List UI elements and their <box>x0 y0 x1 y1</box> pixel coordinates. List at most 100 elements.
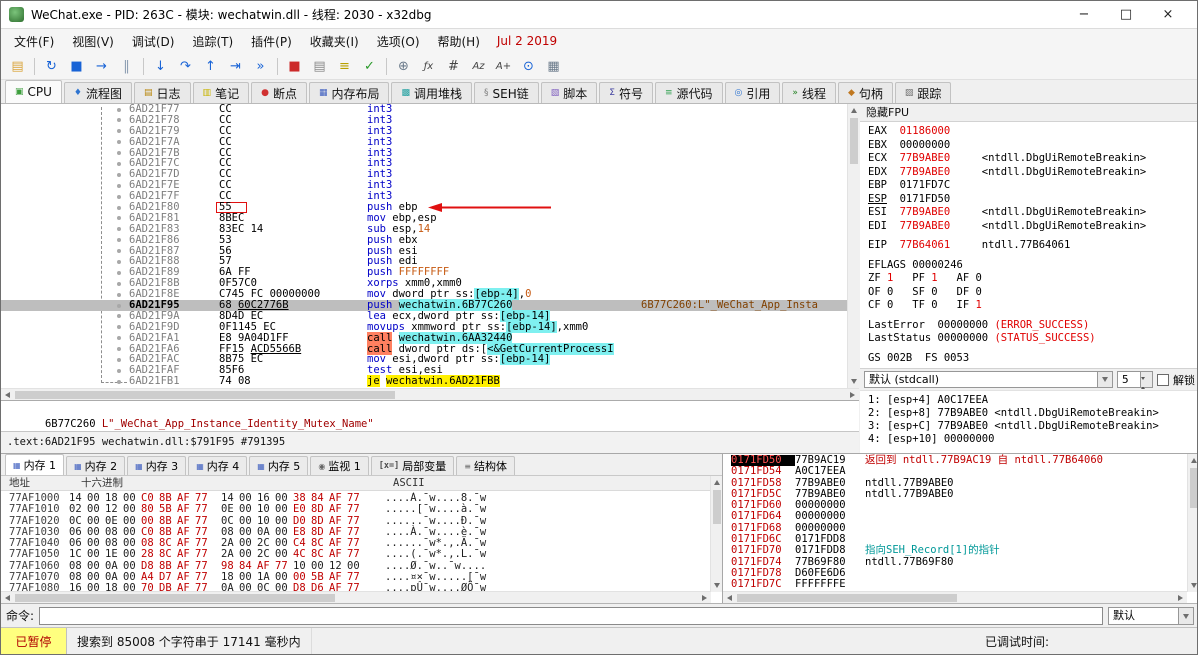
stop-icon[interactable]: ■ <box>65 56 88 77</box>
breakpoints-icon[interactable]: ■ <box>283 56 306 77</box>
tab-cpu[interactable]: ▣ CPU <box>5 80 62 103</box>
scroll-up-icon[interactable] <box>850 108 857 113</box>
dump-tab-locals[interactable]: [x=] 局部变量 <box>370 456 455 475</box>
breakpoint-gutter[interactable] <box>1 354 129 365</box>
menu-item-view[interactable]: 视图(V) <box>63 30 123 53</box>
scroll-down-icon[interactable] <box>850 379 857 384</box>
argument-line[interactable]: 3: [esp+C] 77B9ABE0 <ntdll.DbgUiRemoteBr… <box>868 420 1197 433</box>
dump-tab-memory-4[interactable]: ▦ 内存 4 <box>188 456 248 475</box>
breakpoint-gutter[interactable] <box>1 213 129 224</box>
tab-source[interactable]: ≡ 源代码 <box>654 82 723 103</box>
command-input[interactable] <box>39 606 1103 625</box>
dump-tab-memory-1[interactable]: ▦ 内存 1 <box>5 454 65 475</box>
argument-line[interactable]: 1: [esp+4] A0C17EEA <box>868 394 1197 407</box>
disasm-row[interactable]: 6AD21F79 CC int3 <box>1 125 847 137</box>
tab-references[interactable]: ◎ 引用 <box>724 82 781 103</box>
run-to-user-code-icon[interactable]: ⇥ <box>224 56 247 77</box>
minimize-button[interactable]: − <box>1063 1 1105 28</box>
breakpoint-gutter[interactable] <box>1 235 129 246</box>
breakpoint-gutter[interactable] <box>1 137 129 148</box>
scrollbar-thumb[interactable] <box>15 593 335 602</box>
tab-trace[interactable]: ▨ 跟踪 <box>894 82 952 103</box>
font-icon[interactable]: Az <box>467 56 490 77</box>
scroll-left-icon[interactable] <box>727 594 732 601</box>
breakpoint-gutter[interactable] <box>1 289 129 300</box>
patches-icon[interactable]: ✓ <box>358 56 381 77</box>
disassembly-horizontal-scrollbar[interactable] <box>1 388 859 400</box>
breakpoint-gutter[interactable] <box>1 256 129 267</box>
register-line[interactable]: EDX 77B9ABE0 <ntdll.DbgUiRemoteBreakin> <box>868 166 1197 180</box>
breakpoint-gutter[interactable] <box>1 158 129 169</box>
scroll-right-icon[interactable] <box>850 391 855 398</box>
stack-row[interactable]: 0171FD70 0171FDD8 指向SEH_Record[1]的指针 <box>723 545 1187 557</box>
stack-row[interactable]: 0171FD60 00000000 <box>723 499 1187 511</box>
scroll-up-icon[interactable] <box>1190 458 1197 463</box>
dump-tab-struct[interactable]: ≡ 结构体 <box>456 456 515 475</box>
breakpoint-gutter[interactable] <box>1 311 129 322</box>
chevron-down-icon[interactable] <box>1178 607 1193 624</box>
scroll-right-icon[interactable] <box>1178 594 1183 601</box>
scrollbar-thumb[interactable] <box>849 118 858 164</box>
register-line[interactable]: GS 002B FS 0053 <box>868 352 1197 366</box>
register-line[interactable]: EAX 01186000 <box>868 125 1197 139</box>
menu-item-favourites[interactable]: 收藏夹(I) <box>301 30 368 53</box>
register-line[interactable]: OF 0 SF 0 DF 0 <box>868 286 1197 300</box>
breakpoint-gutter[interactable] <box>1 169 129 180</box>
stack-row[interactable]: 0171FD68 00000000 <box>723 522 1187 534</box>
breakpoint-gutter[interactable] <box>1 202 129 213</box>
disasm-row[interactable]: 6AD21F87 56 push esi <box>1 245 847 257</box>
calling-convention-select[interactable]: 默认 (stdcall) <box>864 371 1113 388</box>
scroll-right-icon[interactable] <box>702 594 707 601</box>
tab-log[interactable]: ▤ 日志 <box>134 82 191 103</box>
stack-row[interactable]: 0171FD78 D60FE6D6 <box>723 567 1187 579</box>
disassembly-vertical-scrollbar[interactable] <box>847 104 859 388</box>
breakpoint-gutter[interactable] <box>1 191 129 202</box>
argument-line[interactable]: 4: [esp+10] 00000000 <box>868 433 1197 446</box>
hide-fpu-button[interactable]: 隐藏FPU <box>860 104 1197 122</box>
chevron-down-icon[interactable] <box>1097 372 1112 387</box>
tab-script[interactable]: ▧ 脚本 <box>540 82 598 103</box>
close-button[interactable]: × <box>1147 1 1189 28</box>
menu-item-help[interactable]: 帮助(H) <box>429 30 489 53</box>
breakpoint-gutter[interactable] <box>1 148 129 159</box>
tab-symbols[interactable]: Σ 符号 <box>599 82 653 103</box>
disasm-row[interactable]: 6AD21FB1 74 08 je wechatwin.6AD21FBB <box>1 375 847 388</box>
disasm-row[interactable]: 6AD21F78 CC int3 <box>1 114 847 126</box>
stack-vertical-scrollbar[interactable] <box>1187 454 1197 592</box>
stack-row[interactable]: 0171FD5C 77B9ABE0 ntdll.77B9ABE0 <box>723 488 1187 500</box>
breakpoint-gutter[interactable] <box>1 376 129 387</box>
scrollbar-thumb[interactable] <box>737 593 957 602</box>
argument-line[interactable]: 2: [esp+8] 77B9ABE0 <ntdll.DbgUiRemoteBr… <box>868 407 1197 420</box>
breakpoint-gutter[interactable] <box>1 104 129 115</box>
breakpoint-gutter[interactable] <box>1 322 129 333</box>
disasm-row[interactable]: 6AD21F77 CC int3 <box>1 104 847 115</box>
disasm-row[interactable]: 6AD21F7F CC int3 <box>1 191 847 202</box>
stack-row[interactable]: 0171FD64 00000000 <box>723 511 1187 523</box>
breakpoint-gutter[interactable] <box>1 126 129 137</box>
maximize-button[interactable]: □ <box>1105 1 1147 28</box>
register-line[interactable]: ZF 1 PF 1 AF 0 <box>868 272 1197 286</box>
search-icon[interactable]: ⊙ <box>517 56 540 77</box>
animate-icon[interactable]: » <box>249 56 272 77</box>
breakpoint-gutter[interactable] <box>1 333 129 344</box>
stack-row[interactable]: 0171FD7C FFFFFFFE <box>723 578 1187 590</box>
menu-item-trace[interactable]: 追踪(T) <box>183 30 242 53</box>
scrollbar-thumb[interactable] <box>712 490 721 524</box>
run-icon[interactable]: → <box>90 56 113 77</box>
register-line[interactable]: EBX 00000000 <box>868 139 1197 153</box>
register-line[interactable]: LastError 00000000 (ERROR_SUCCESS) <box>868 319 1197 333</box>
register-line[interactable]: ECX 77B9ABE0 <ntdll.DbgUiRemoteBreakin> <box>868 152 1197 166</box>
restart-icon[interactable]: ↻ <box>40 56 63 77</box>
stack-row[interactable]: 0171FD58 77B9ABE0 ntdll.77B9ABE0 <box>723 477 1187 489</box>
scroll-left-icon[interactable] <box>5 594 10 601</box>
pause-icon[interactable]: ‖ <box>115 56 138 77</box>
breakpoint-gutter[interactable] <box>1 115 129 126</box>
breakpoint-gutter[interactable] <box>1 246 129 257</box>
disasm-row[interactable]: 6AD21F7E CC int3 <box>1 180 847 191</box>
scroll-up-icon[interactable] <box>713 480 720 485</box>
dump-tab-watch-1[interactable]: ◉ 监视 1 <box>310 456 369 475</box>
hash-icon[interactable]: # <box>442 56 465 77</box>
stepper-down-icon[interactable] <box>1140 377 1152 393</box>
scroll-down-icon[interactable] <box>713 583 720 588</box>
breakpoint-gutter[interactable] <box>1 300 129 311</box>
